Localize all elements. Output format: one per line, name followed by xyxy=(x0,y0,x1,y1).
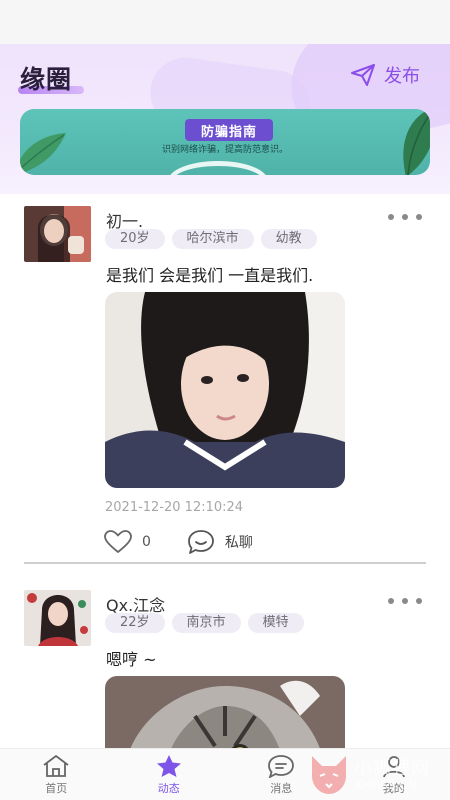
publish-button[interactable]: 发布 xyxy=(350,60,420,90)
publish-label: 发布 xyxy=(384,66,420,87)
dot-icon xyxy=(388,598,394,604)
post-card: 初一. 20岁 哈尔滨市 幼教 是我们 会是我们 一直是我们. 2021-12-… xyxy=(0,194,450,566)
age-tag: 22岁 xyxy=(105,613,165,633)
nav-item-messages[interactable]: 消息 xyxy=(225,749,338,800)
feed[interactable]: 初一. 20岁 哈尔滨市 幼教 是我们 会是我们 一直是我们. 2021-12-… xyxy=(0,194,450,748)
private-chat-button[interactable]: 私聊 xyxy=(187,529,253,555)
nav-label: 我的 xyxy=(382,781,405,795)
nav-label: 首页 xyxy=(45,781,68,795)
post-timestamp: 2021-12-20 12:10:24 xyxy=(105,500,244,515)
nav-item-home[interactable]: 首页 xyxy=(0,749,113,800)
dot-icon xyxy=(416,598,422,604)
post-photo[interactable] xyxy=(105,292,345,488)
banner-subtitle: 识别网络诈骗，提高防范意识。 xyxy=(161,145,288,155)
avatar[interactable] xyxy=(24,206,91,262)
home-icon xyxy=(43,754,69,777)
post-content: 嗯哼 ~ xyxy=(106,650,157,669)
nav-label: 消息 xyxy=(270,781,293,795)
job-tag: 模特 xyxy=(247,613,304,633)
message-icon xyxy=(268,754,295,778)
post-card: Qx.江念 22岁 南京市 模特 嗯哼 ~ xyxy=(0,566,450,748)
more-options-button[interactable] xyxy=(388,210,422,224)
header: 缘圈 发布 防骗指南 识别网络诈骗，提高防范意识。 xyxy=(0,44,450,194)
star-icon xyxy=(156,754,181,777)
send-icon xyxy=(351,64,375,86)
avatar[interactable] xyxy=(24,590,91,646)
dot-icon xyxy=(402,214,408,220)
city-tag: 哈尔滨市 xyxy=(171,229,254,249)
profile-icon xyxy=(382,755,405,777)
page-title: 缘圈 xyxy=(20,65,73,94)
more-options-button[interactable] xyxy=(388,594,422,608)
bottom-nav: 首页 动态 消息 我的 xyxy=(0,748,450,800)
city-tag: 南京市 xyxy=(171,613,241,633)
dot-icon xyxy=(416,214,422,220)
heart-icon xyxy=(104,530,132,553)
post-photo[interactable] xyxy=(105,676,345,748)
private-chat-label: 私聊 xyxy=(224,535,253,551)
banner-title-box: 防骗指南 xyxy=(185,119,273,141)
banner-decoration xyxy=(168,161,268,175)
nav-label: 动态 xyxy=(157,781,180,795)
like-count: 0 xyxy=(142,534,151,550)
like-button[interactable]: 0 xyxy=(104,530,151,554)
job-tag: 幼教 xyxy=(260,229,317,249)
dot-icon xyxy=(388,214,394,220)
post-divider xyxy=(24,562,426,564)
nav-item-moments[interactable]: 动态 xyxy=(113,749,226,800)
chat-bubble-icon xyxy=(188,530,214,554)
status-bar xyxy=(0,0,450,44)
tag-list: 20岁 哈尔滨市 幼教 xyxy=(105,229,317,249)
post-content: 是我们 会是我们 一直是我们. xyxy=(106,266,314,285)
dot-icon xyxy=(402,598,408,604)
banner-title: 防骗指南 xyxy=(200,124,257,140)
anti-fraud-banner[interactable]: 防骗指南 识别网络诈骗，提高防范意识。 xyxy=(20,109,430,175)
tag-list: 22岁 南京市 模特 xyxy=(105,613,304,633)
age-tag: 20岁 xyxy=(105,229,165,249)
post-actions: 0 私聊 xyxy=(104,529,253,555)
nav-item-profile[interactable]: 我的 xyxy=(338,749,450,800)
